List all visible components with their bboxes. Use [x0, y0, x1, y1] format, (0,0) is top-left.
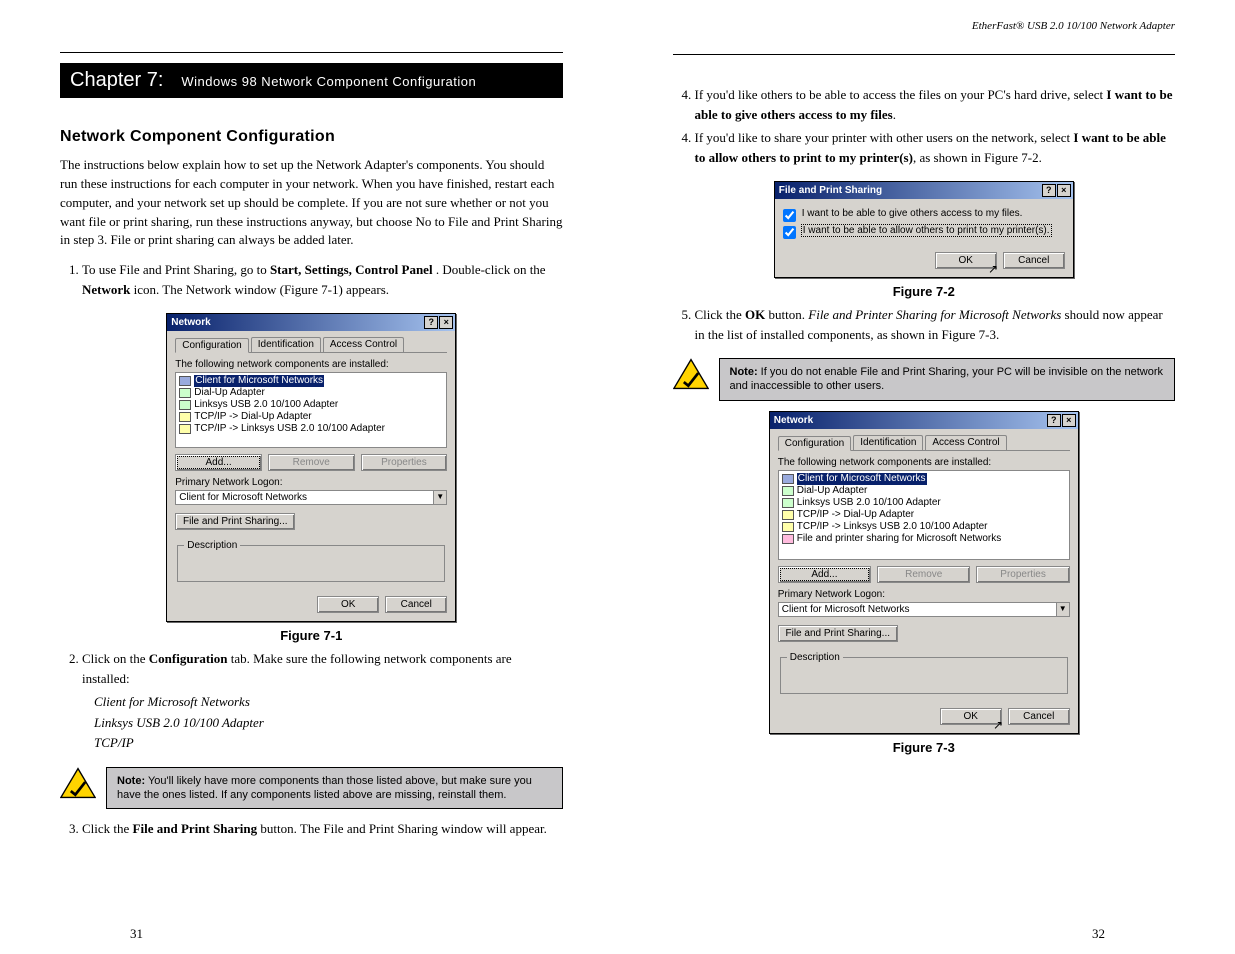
list-item[interactable]: Dial-Up Adapter [194, 387, 265, 399]
dialog-title: Network [171, 317, 210, 328]
tab-identification[interactable]: Identification [853, 435, 923, 450]
figure-7-1: Network ? × Configuration Identification… [60, 313, 563, 622]
checkbox-icon[interactable] [783, 209, 796, 222]
list-item[interactable]: Dial-Up Adapter [797, 485, 868, 497]
step-2: Click on the Configuration tab. Make sur… [82, 649, 563, 753]
step-list: To use File and Print Sharing, go to Sta… [60, 260, 563, 299]
page-number: 31 [130, 926, 143, 942]
figure-caption: Figure 7-2 [673, 284, 1176, 299]
list-item[interactable]: Client for Microsoft Networks [194, 375, 324, 387]
page-right: EtherFast® USB 2.0 10/100 Network Adapte… [673, 30, 1176, 954]
step-4b: If you'd like to share your printer with… [695, 128, 1176, 167]
dialog-title: Network [774, 415, 813, 426]
dialog-title: File and Print Sharing [779, 185, 882, 196]
remove-button[interactable]: Remove [877, 566, 970, 583]
bullet-item: TCP/IP [94, 733, 563, 753]
page-left: Chapter 7: Windows 98 Network Component … [60, 30, 563, 954]
list-item[interactable]: TCP/IP -> Linksys USB 2.0 10/100 Adapter [797, 521, 988, 533]
step-list-4: If you'd like others to be able to acces… [673, 85, 1176, 167]
step-5: Click the OK button. File and Printer Sh… [695, 305, 1176, 344]
tab-bar: Configuration Identification Access Cont… [175, 337, 447, 353]
page-number: 32 [1092, 926, 1105, 942]
chapter-bar: Chapter 7: Windows 98 Network Component … [60, 63, 563, 98]
bullet-item: Linksys USB 2.0 10/100 Adapter [94, 713, 563, 733]
step-3: Click the File and Print Sharing button.… [82, 819, 563, 839]
components-label: The following network components are ins… [175, 359, 447, 370]
properties-button[interactable]: Properties [361, 454, 448, 471]
list-item[interactable]: TCP/IP -> Dial-Up Adapter [194, 411, 311, 423]
note-block: Note: You'll likely have more components… [60, 767, 563, 810]
chevron-down-icon[interactable]: ▼ [433, 490, 447, 505]
list-item[interactable]: File and printer sharing for Microsoft N… [797, 533, 1002, 545]
tab-identification[interactable]: Identification [251, 337, 321, 352]
ok-button[interactable]: OK [935, 252, 997, 269]
help-icon[interactable]: ? [1042, 184, 1056, 197]
figure-7-3: Network ? × Configuration Identification… [673, 411, 1176, 734]
figure-7-2: File and Print Sharing ? × I want to be … [673, 181, 1176, 278]
running-header: EtherFast® USB 2.0 10/100 Network Adapte… [673, 20, 1176, 32]
close-icon[interactable]: × [439, 316, 453, 329]
step-1: To use File and Print Sharing, go to Sta… [82, 260, 563, 299]
add-button[interactable]: Add... [778, 566, 871, 583]
warning-icon [60, 767, 96, 799]
tab-configuration[interactable]: Configuration [778, 436, 851, 451]
note-label: Note: [117, 775, 145, 787]
chapter-title: Windows 98 Network Component Configurati… [181, 74, 476, 89]
step-list-3: Click the File and Print Sharing button.… [60, 819, 563, 839]
step-4a: If you'd like others to be able to acces… [695, 85, 1176, 124]
list-item[interactable]: TCP/IP -> Linksys USB 2.0 10/100 Adapter [194, 423, 385, 435]
components-list[interactable]: Client for Microsoft Networks Dial-Up Ad… [778, 470, 1070, 560]
list-item[interactable]: TCP/IP -> Dial-Up Adapter [797, 509, 914, 521]
share-printers-checkbox[interactable]: I want to be able to allow others to pri… [783, 225, 1065, 239]
intro-paragraph: The instructions below explain how to se… [60, 156, 563, 250]
note-label: Note: [730, 366, 758, 378]
ok-button[interactable]: OK [940, 708, 1002, 725]
chevron-down-icon[interactable]: ▼ [1056, 602, 1070, 617]
network-dialog: Network ? × Configuration Identification… [769, 411, 1079, 734]
figure-caption: Figure 7-3 [673, 740, 1176, 755]
add-button[interactable]: Add... [175, 454, 262, 471]
file-print-sharing-button[interactable]: File and Print Sharing... [778, 625, 898, 642]
help-icon[interactable]: ? [424, 316, 438, 329]
file-print-sharing-dialog: File and Print Sharing ? × I want to be … [774, 181, 1074, 278]
primary-logon-label: Primary Network Logon: [175, 477, 447, 488]
tab-configuration[interactable]: Configuration [175, 338, 248, 353]
list-item[interactable]: Client for Microsoft Networks [797, 473, 927, 485]
primary-logon-label: Primary Network Logon: [778, 589, 1070, 600]
list-item[interactable]: Linksys USB 2.0 10/100 Adapter [797, 497, 941, 509]
share-files-checkbox[interactable]: I want to be able to give others access … [783, 208, 1065, 222]
description-box: Description [780, 652, 1068, 694]
note-block: Note: If you do not enable File and Prin… [673, 358, 1176, 401]
tab-access-control[interactable]: Access Control [323, 337, 404, 352]
primary-logon-combo[interactable]: Client for Microsoft Networks ▼ [175, 490, 447, 505]
close-icon[interactable]: × [1062, 414, 1076, 427]
network-dialog: Network ? × Configuration Identification… [166, 313, 456, 622]
list-item[interactable]: Linksys USB 2.0 10/100 Adapter [194, 399, 338, 411]
components-label: The following network components are ins… [778, 457, 1070, 468]
tab-access-control[interactable]: Access Control [925, 435, 1006, 450]
components-list[interactable]: Client for Microsoft Networks Dial-Up Ad… [175, 372, 447, 448]
checkbox-icon[interactable] [783, 226, 796, 239]
bullet-item: Client for Microsoft Networks [94, 692, 563, 712]
chapter-number: Chapter 7: [70, 69, 163, 92]
ok-button[interactable]: OK [317, 596, 379, 613]
warning-icon [673, 358, 709, 390]
help-icon[interactable]: ? [1047, 414, 1061, 427]
step-list-5: Click the OK button. File and Printer Sh… [673, 305, 1176, 344]
note-text: You'll likely have more components than … [117, 775, 532, 801]
primary-logon-combo[interactable]: Client for Microsoft Networks ▼ [778, 602, 1070, 617]
step-list-2: Click on the Configuration tab. Make sur… [60, 649, 563, 753]
cancel-button[interactable]: Cancel [1008, 708, 1070, 725]
file-print-sharing-button[interactable]: File and Print Sharing... [175, 513, 295, 530]
cancel-button[interactable]: Cancel [385, 596, 447, 613]
cancel-button[interactable]: Cancel [1003, 252, 1065, 269]
close-icon[interactable]: × [1057, 184, 1071, 197]
note-text: If you do not enable File and Print Shar… [730, 366, 1164, 392]
section-heading: Network Component Configuration [60, 128, 563, 146]
properties-button[interactable]: Properties [976, 566, 1069, 583]
figure-caption: Figure 7-1 [60, 628, 563, 643]
description-box: Description [177, 540, 445, 582]
tab-bar: Configuration Identification Access Cont… [778, 435, 1070, 451]
remove-button[interactable]: Remove [268, 454, 355, 471]
